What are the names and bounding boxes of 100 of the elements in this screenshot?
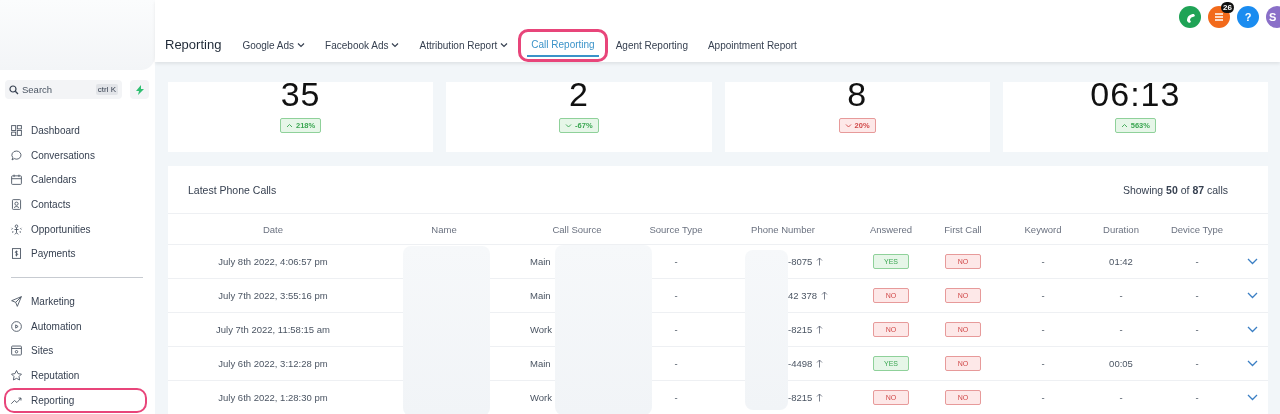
sidebar-item[interactable]: Calendars: [4, 167, 147, 193]
expand-button[interactable]: [1246, 258, 1258, 265]
results-summary: Showing 50 of 87 calls: [1122, 183, 1228, 196]
table-cell-text: -: [673, 324, 679, 335]
table-cell-text: -: [1040, 324, 1046, 335]
nav-tab[interactable]: Google Ads: [240, 34, 308, 56]
arrow-up-icon: [816, 359, 824, 368]
page-title: Reporting: [165, 36, 222, 54]
table-cell-text: -: [673, 256, 679, 267]
column-header: Duration: [1102, 223, 1140, 235]
contact-card-icon: [10, 197, 23, 211]
sidebar-item[interactable]: Contacts: [4, 192, 147, 217]
table-cell: Work: [530, 324, 552, 335]
column-header: Device Type: [1169, 223, 1225, 235]
table-cell-text: July 7th 2022, 11:58:15 am: [215, 324, 331, 335]
table-cell: 42 378: [788, 290, 818, 301]
expand-button[interactable]: [1246, 292, 1258, 299]
table-cell-text: 01:42: [1108, 256, 1134, 267]
nav-tab[interactable]: Agent Reporting: [613, 34, 690, 56]
star-icon: [10, 369, 23, 383]
table-cell: -4498: [788, 358, 813, 369]
column-header: Answered: [868, 223, 914, 235]
browser-window-icon: [10, 344, 23, 358]
chevron-down-icon: [1246, 258, 1258, 265]
table-cell: Main: [530, 290, 551, 301]
table-cell: -8075: [788, 256, 813, 267]
arrow-up-icon: [816, 325, 824, 334]
chevron-down-icon: [1246, 326, 1258, 333]
user-avatar[interactable]: S: [1266, 6, 1280, 28]
table-cell-text: -: [1040, 358, 1046, 369]
sidebar-item[interactable]: Payments: [4, 241, 147, 267]
chevron-down-icon: [1246, 394, 1258, 401]
table-cell-text: -: [1118, 290, 1124, 301]
table-cell-text: -: [1040, 290, 1046, 301]
arrow-up-icon: [816, 257, 824, 266]
play-circle-icon: [10, 319, 23, 333]
expand-button[interactable]: [1246, 360, 1258, 367]
list-icon: [1214, 12, 1224, 22]
calendar-icon: [10, 173, 23, 187]
column-header: Source Type: [648, 223, 704, 235]
table-cell-text: 00:05: [1108, 358, 1134, 369]
nav-tab[interactable]: Appointment Report: [705, 34, 799, 56]
column-header: Call Source: [551, 223, 603, 235]
table-cell-text: -: [1194, 358, 1200, 369]
phone-button[interactable]: [1179, 6, 1201, 28]
table-cell: Work: [530, 392, 552, 403]
table-cell-text: -: [673, 358, 679, 369]
table-cell-text: July 6th 2022, 1:28:30 pm: [217, 392, 329, 403]
grid-icon: [10, 123, 23, 137]
column-header: Phone Number: [750, 223, 816, 235]
column-header: Date: [261, 223, 285, 235]
stat-value: 2: [568, 82, 589, 109]
table-cell-text: -: [1194, 392, 1200, 403]
chat-bubble-icon: [10, 148, 23, 162]
paper-plane-icon: [10, 294, 23, 308]
table-cell-text: -: [1118, 392, 1124, 403]
expand-button[interactable]: [1246, 394, 1258, 401]
sidebar-item[interactable]: Reputation: [4, 363, 147, 388]
sidebar-item[interactable]: Sites: [4, 338, 147, 364]
notification-badge: 26: [1221, 2, 1234, 13]
sidebar-item[interactable]: Opportunities: [4, 216, 147, 242]
people-icon: [10, 222, 23, 236]
sidebar-item[interactable]: Marketing: [4, 289, 147, 314]
table-cell-text: -: [1194, 324, 1200, 335]
lightning-icon: [135, 84, 144, 95]
arrow-up-icon: [821, 291, 829, 300]
table-cell-text: -: [1040, 392, 1046, 403]
sidebar-item[interactable]: Automation: [4, 313, 147, 339]
search-icon: [9, 85, 19, 95]
sidebar-item[interactable]: Dashboard: [4, 118, 147, 143]
column-header: Name: [430, 223, 458, 235]
nav-tab[interactable]: Call Reporting: [527, 34, 599, 57]
table-cell: Main: [530, 358, 551, 369]
chevron-down-icon: [1246, 360, 1258, 367]
table-cell-text: -: [673, 290, 679, 301]
table-cell: -8215: [788, 392, 813, 403]
sidebar-item[interactable]: Conversations: [4, 142, 147, 168]
table-cell-text: July 6th 2022, 3:12:28 pm: [217, 358, 329, 369]
phone-icon: [1184, 11, 1196, 23]
column-header: Keyword: [1023, 223, 1063, 235]
expand-button[interactable]: [1246, 326, 1258, 333]
chevron-down-icon: [1246, 292, 1258, 299]
table-cell: Main: [530, 256, 551, 267]
table-cell-text: -: [1194, 290, 1200, 301]
stat-value: 35: [280, 82, 321, 109]
table-cell-text: -: [1118, 324, 1124, 335]
stat-value: 06:13: [1090, 82, 1181, 109]
table-cell: -8215: [788, 324, 813, 335]
lightning-button[interactable]: [130, 80, 149, 99]
column-header: First Call: [943, 223, 983, 235]
table-cell-text: -: [673, 392, 679, 403]
nav-tab[interactable]: Facebook Ads: [323, 34, 402, 56]
table-title: Latest Phone Calls: [188, 183, 277, 196]
shortcut-key: ctrl K: [95, 84, 118, 95]
stat-value: 8: [847, 82, 868, 109]
nav-tab[interactable]: Attribution Report: [417, 34, 511, 56]
arrow-up-icon: [816, 393, 824, 402]
sidebar-item[interactable]: Reporting: [4, 387, 147, 413]
table-cell-text: -: [1194, 256, 1200, 267]
table-cell-text: July 8th 2022, 4:06:57 pm: [217, 256, 329, 267]
